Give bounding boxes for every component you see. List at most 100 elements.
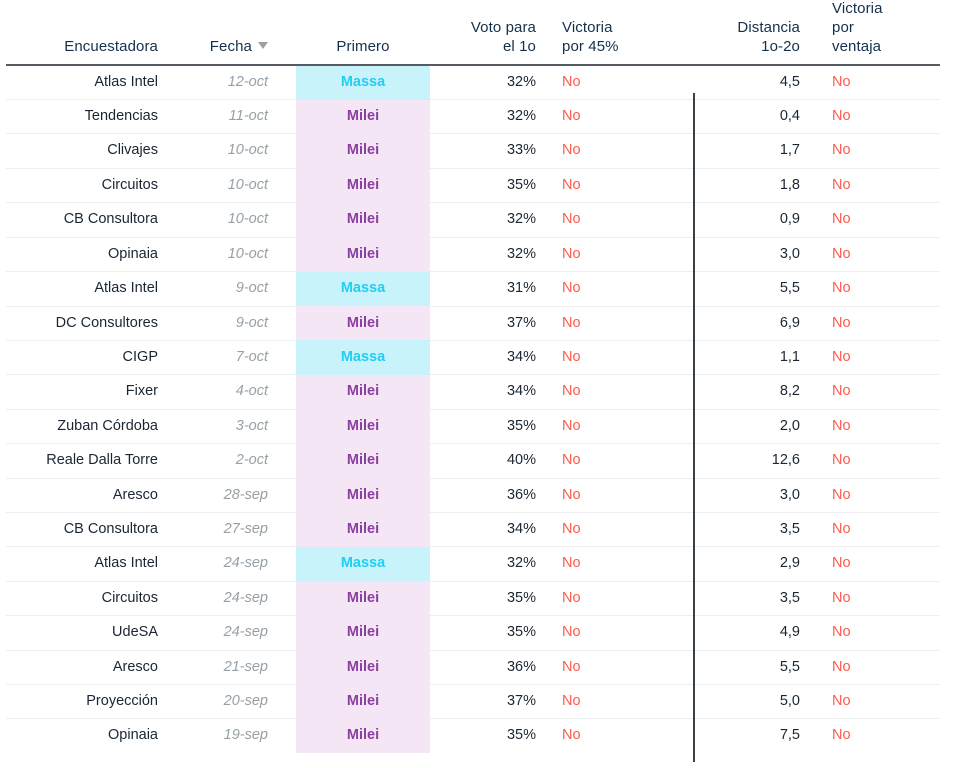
table-row[interactable]: Aresco 21-sep Milei 36% No 5,5 No	[6, 650, 940, 685]
cell-voto-1o: 40%	[430, 443, 552, 479]
table-row[interactable]: Atlas Intel 12-oct Massa 32% No 4,5 No	[6, 64, 940, 101]
cell-victoria-ventaja: No	[820, 202, 940, 238]
cell-distancia: 2,0	[693, 409, 820, 445]
cell-encuestadora: Tendencias	[6, 99, 172, 135]
table-row[interactable]: Tendencias 11-oct Milei 32% No 0,4 No	[6, 99, 940, 135]
cell-distancia: 6,9	[693, 306, 820, 341]
table-row[interactable]: Circuitos 10-oct Milei 35% No 1,8 No	[6, 168, 940, 204]
cell-primero: Milei	[296, 512, 430, 547]
table-row[interactable]: DC Consultores 9-oct Milei 37% No 6,9 No	[6, 306, 940, 341]
cell-voto-1o: 32%	[430, 64, 552, 101]
cell-primero: Milei	[296, 374, 430, 410]
cell-distancia: 7,5	[779, 727, 800, 744]
cell-victoria-45: No	[552, 306, 693, 341]
column-header-distancia-line1: Distancia	[737, 18, 800, 36]
cell-distancia: 5,5	[693, 650, 820, 685]
table-row[interactable]: CB Consultora 10-oct Milei 32% No 0,9 No	[6, 202, 940, 238]
cell-voto-1o: 32%	[430, 99, 552, 135]
cell-fecha: 28-sep	[172, 478, 296, 513]
cell-distancia: 3,5	[693, 512, 820, 548]
column-header-victoria-ventaja[interactable]: Victoria por ventaja	[820, 0, 940, 66]
cell-fecha: 4-oct	[172, 374, 296, 410]
cell-fecha: 10-oct	[172, 168, 296, 204]
cell-encuestadora: Proyección	[6, 684, 172, 720]
cell-encuestadora: Opinaia	[6, 237, 172, 273]
cell-victoria-45: No	[552, 202, 693, 238]
column-group-divider	[693, 93, 695, 762]
table-row[interactable]: Aresco 28-sep Milei 36% No 3,0 No	[6, 478, 940, 513]
cell-voto-1o: 35%	[506, 727, 536, 744]
column-header-primero[interactable]: Primero	[296, 0, 430, 66]
table-row[interactable]: UdeSA 24-sep Milei 35% No 4,9 No	[6, 615, 940, 651]
table-row[interactable]: Fixer 4-oct Milei 34% No 8,2 No	[6, 374, 940, 410]
cell-distancia: 8,2	[693, 374, 820, 410]
cell-voto-1o: 35%	[430, 615, 552, 651]
column-header-victoria-45[interactable]: Victoria por 45%	[552, 0, 693, 66]
cell-fecha: 7-oct	[172, 340, 296, 376]
cell-encuestadora: Zuban Córdoba	[6, 409, 172, 445]
cell-victoria-ventaja: No	[820, 684, 940, 720]
table-row[interactable]: Atlas Intel 24-sep Massa 32% No 2,9 No	[6, 546, 940, 582]
table-row[interactable]: Zuban Córdoba 3-oct Milei 35% No 2,0 No	[6, 409, 940, 445]
cell-victoria-ventaja: No	[820, 409, 940, 445]
column-header-distancia[interactable]: Distancia 1o-2o	[693, 0, 820, 66]
cell-encuestadora: UdeSA	[6, 615, 172, 651]
table-row[interactable]: Opinaia 19-sep Milei 35% No 7,5 No	[6, 718, 940, 753]
header-row: Encuestadora Fecha Primero Voto para el …	[6, 0, 940, 66]
cell-victoria-45: No	[552, 581, 693, 617]
cell-distancia: 3,0	[693, 478, 820, 513]
cell-voto-1o: 34%	[430, 340, 552, 376]
cell-fecha: 9-oct	[172, 306, 296, 341]
cell-victoria-ventaja: No	[832, 727, 851, 744]
cell-primero: Massa	[296, 64, 430, 100]
cell-distancia: 12,6	[693, 443, 820, 479]
cell-voto-1o: 37%	[430, 684, 552, 720]
cell-encuestadora: Circuitos	[6, 168, 172, 204]
cell-fecha: 2-oct	[172, 443, 296, 479]
column-header-fecha[interactable]: Fecha	[172, 0, 296, 66]
cell-fecha: 3-oct	[172, 409, 296, 445]
cell-victoria-45: No	[552, 512, 693, 548]
cell-distancia: 2,9	[693, 546, 820, 582]
table-row[interactable]: CIGP 7-oct Massa 34% No 1,1 No	[6, 340, 940, 376]
cell-voto-1o: 35%	[430, 581, 552, 617]
cell-fecha: 27-sep	[172, 512, 296, 548]
table-row[interactable]: Atlas Intel 9-oct Massa 31% No 5,5 No	[6, 271, 940, 307]
table-row[interactable]: Proyección 20-sep Milei 37% No 5,0 No	[6, 684, 940, 720]
cell-victoria-ventaja: No	[820, 271, 940, 307]
cell-primero: Massa	[296, 271, 430, 307]
cell-victoria-ventaja: No	[820, 306, 940, 341]
cell-encuestadora: CB Consultora	[6, 512, 172, 548]
table-row[interactable]: Opinaia 10-oct Milei 32% No 3,0 No	[6, 237, 940, 273]
cell-encuestadora: Fixer	[6, 374, 172, 410]
cell-voto-1o: 31%	[430, 271, 552, 307]
cell-primero: Massa	[296, 340, 430, 375]
cell-victoria-ventaja: No	[820, 168, 940, 204]
cell-victoria-ventaja: No	[820, 581, 940, 617]
table-row[interactable]: Clivajes 10-oct Milei 33% No 1,7 No	[6, 133, 940, 169]
cell-victoria-ventaja: No	[820, 237, 940, 273]
column-header-encuestadora[interactable]: Encuestadora	[6, 0, 172, 66]
cell-victoria-45: No	[552, 271, 693, 307]
cell-distancia: 0,4	[693, 99, 820, 135]
cell-distancia: 3,0	[693, 237, 820, 273]
cell-primero: Milei	[296, 718, 430, 753]
cell-victoria-ventaja: No	[820, 650, 940, 685]
cell-encuestadora: CIGP	[6, 340, 172, 376]
cell-fecha: 24-sep	[172, 546, 296, 582]
column-header-encuestadora-label: Encuestadora	[64, 37, 158, 55]
triangle-down-icon	[258, 41, 268, 49]
cell-encuestadora: Aresco	[6, 478, 172, 513]
poll-table-container: Encuestadora Fecha Primero Voto para el …	[0, 0, 956, 768]
cell-victoria-45: No	[552, 615, 693, 651]
cell-primero: Milei	[296, 306, 430, 341]
cell-voto-1o: 36%	[430, 478, 552, 513]
cell-primero: Massa	[296, 546, 430, 582]
column-header-voto-1o[interactable]: Voto para el 1o	[430, 0, 552, 66]
table-row[interactable]: CB Consultora 27-sep Milei 34% No 3,5 No	[6, 512, 940, 548]
table-row[interactable]: Reale Dalla Torre 2-oct Milei 40% No 12,6 No	[6, 443, 940, 479]
table-header: Encuestadora Fecha Primero Voto para el …	[6, 0, 940, 66]
cell-distancia: 1,1	[693, 340, 820, 376]
cell-primero: Milei	[296, 478, 430, 513]
table-row[interactable]: Circuitos 24-sep Milei 35% No 3,5 No	[6, 581, 940, 617]
